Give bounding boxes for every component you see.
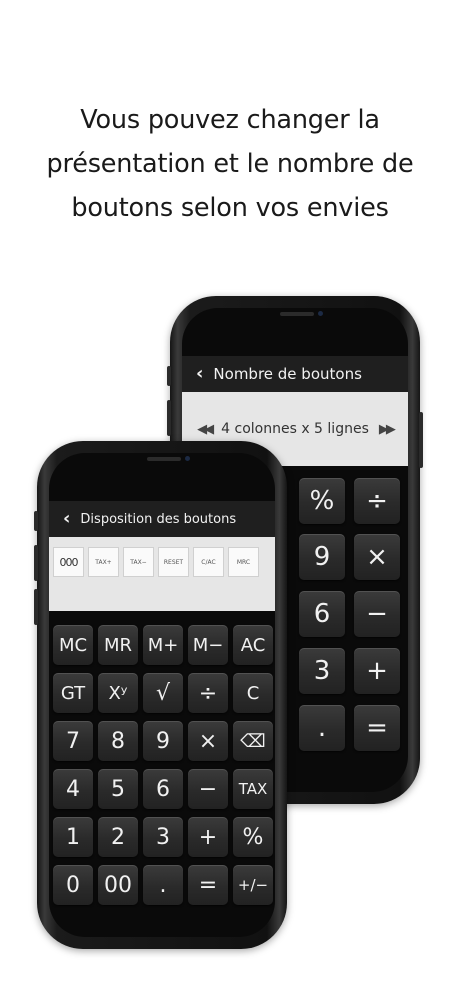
- back-phone-navbar: ‹ Nombre de boutons: [182, 356, 408, 392]
- speaker: [280, 312, 314, 316]
- side-button: [167, 366, 171, 386]
- double-left-arrow-icon[interactable]: ◀◀: [197, 422, 214, 437]
- nine-key[interactable]: 9: [143, 721, 183, 761]
- multiply-key[interactable]: ×: [188, 721, 228, 761]
- nav-title: Disposition des boutons: [80, 511, 237, 527]
- multiply-key[interactable]: ×: [354, 534, 400, 580]
- chevron-left-icon[interactable]: ‹: [196, 365, 203, 383]
- divide-key[interactable]: ÷: [354, 478, 400, 524]
- front-keypad: MC MR M+ M− AC GT Xʸ √ ÷ C 7 8 9 × ⌫ 4 5…: [49, 625, 275, 915]
- headline-line-2: présentation et le nombre de: [46, 149, 414, 179]
- double-right-arrow-icon[interactable]: ▶▶: [379, 422, 396, 437]
- backspace-icon[interactable]: ⌫: [233, 721, 273, 761]
- front-camera: [318, 311, 323, 316]
- percent-key[interactable]: %: [233, 817, 273, 857]
- front-phone: ‹ Disposition des boutons 000 TAX+ TAX− …: [34, 441, 287, 949]
- side-button: [34, 511, 38, 531]
- volume-up-button: [167, 400, 171, 436]
- nine-key[interactable]: 9: [299, 534, 345, 580]
- ac-key[interactable]: AC: [233, 625, 273, 665]
- front-phone-screen: ‹ Disposition des boutons 000 TAX+ TAX− …: [49, 453, 275, 937]
- double-zero-key[interactable]: 00: [98, 865, 138, 905]
- decimal-key[interactable]: .: [299, 705, 345, 751]
- seven-key[interactable]: 7: [53, 721, 93, 761]
- minus-key[interactable]: −: [188, 769, 228, 809]
- option-key-c-ac[interactable]: C/AC: [193, 547, 224, 577]
- decimal-key[interactable]: .: [143, 865, 183, 905]
- m-minus-key[interactable]: M−: [188, 625, 228, 665]
- five-key[interactable]: 5: [98, 769, 138, 809]
- front-camera: [185, 456, 190, 461]
- headline: Vous pouvez changer la présentation et l…: [0, 98, 460, 230]
- front-phone-navbar: ‹ Disposition des boutons: [49, 501, 275, 537]
- one-key[interactable]: 1: [53, 817, 93, 857]
- option-keys-panel: 000 TAX+ TAX− RESET C/AC MRC: [49, 537, 275, 611]
- three-key[interactable]: 3: [143, 817, 183, 857]
- headline-line-1: Vous pouvez changer la: [80, 105, 380, 135]
- chevron-left-icon[interactable]: ‹: [63, 510, 70, 528]
- tax-key[interactable]: TAX: [233, 769, 273, 809]
- two-key[interactable]: 2: [98, 817, 138, 857]
- mc-key[interactable]: MC: [53, 625, 93, 665]
- zero-key[interactable]: 0: [53, 865, 93, 905]
- volume-up-button: [34, 545, 38, 581]
- layout-option-label: 4 colonnes x 5 lignes: [221, 421, 369, 437]
- power-button: [419, 412, 423, 468]
- headline-line-3: boutons selon vos envies: [71, 193, 389, 223]
- clear-key[interactable]: C: [233, 673, 273, 713]
- option-key-000[interactable]: 000: [53, 547, 84, 577]
- option-key-tax-plus[interactable]: TAX+: [88, 547, 119, 577]
- power-key[interactable]: Xʸ: [98, 673, 138, 713]
- option-key-tax-minus[interactable]: TAX−: [123, 547, 154, 577]
- option-key-mrc[interactable]: MRC: [228, 547, 259, 577]
- eight-key[interactable]: 8: [98, 721, 138, 761]
- six-key[interactable]: 6: [299, 591, 345, 637]
- three-key[interactable]: 3: [299, 648, 345, 694]
- plus-minus-key[interactable]: +/−: [233, 865, 273, 905]
- speaker: [147, 457, 181, 461]
- m-plus-key[interactable]: M+: [143, 625, 183, 665]
- equals-key[interactable]: =: [188, 865, 228, 905]
- four-key[interactable]: 4: [53, 769, 93, 809]
- volume-down-button: [34, 589, 38, 625]
- six-key[interactable]: 6: [143, 769, 183, 809]
- equals-key[interactable]: =: [354, 705, 400, 751]
- square-root-key[interactable]: √: [143, 673, 183, 713]
- mr-key[interactable]: MR: [98, 625, 138, 665]
- plus-key[interactable]: +: [188, 817, 228, 857]
- percent-key[interactable]: %: [299, 478, 345, 524]
- minus-key[interactable]: −: [354, 591, 400, 637]
- option-key-reset[interactable]: RESET: [158, 547, 189, 577]
- gt-key[interactable]: GT: [53, 673, 93, 713]
- plus-key[interactable]: +: [354, 648, 400, 694]
- nav-title: Nombre de boutons: [213, 365, 362, 383]
- divide-key[interactable]: ÷: [188, 673, 228, 713]
